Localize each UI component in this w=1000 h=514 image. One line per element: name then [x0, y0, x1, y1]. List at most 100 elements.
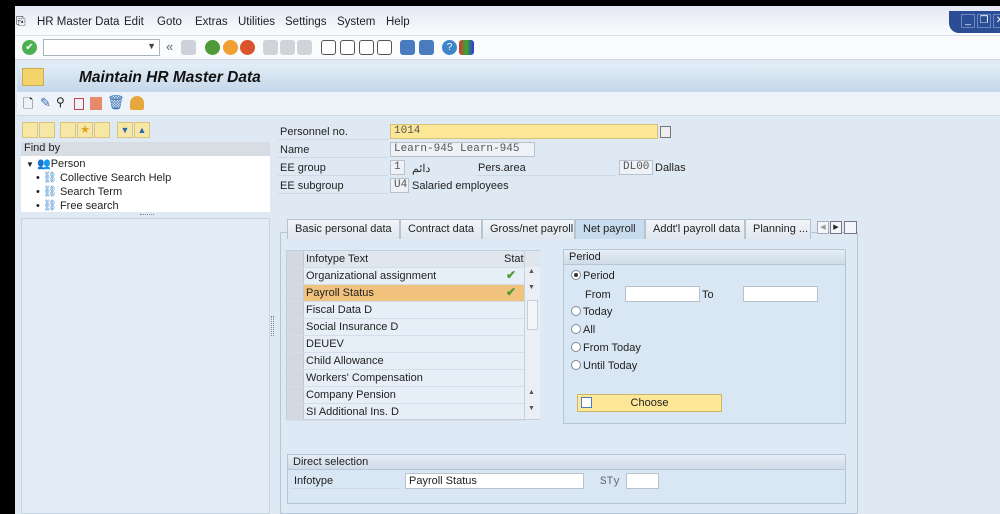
menu-toggle-icon[interactable] — [22, 68, 44, 86]
save-icon[interactable] — [181, 40, 196, 55]
print-icon[interactable] — [263, 40, 278, 55]
table-row[interactable]: Payroll Status ✔ — [287, 285, 524, 302]
edit-favorites-icon[interactable] — [94, 122, 110, 138]
tab-scroll-left-icon[interactable]: ◀ — [817, 221, 829, 234]
back-arrow-icon[interactable] — [22, 122, 38, 138]
first-page-icon[interactable] — [321, 40, 336, 55]
scroll-up-icon[interactable]: ▲ — [528, 268, 535, 275]
menu-extras[interactable]: Extras — [195, 16, 228, 28]
subtype-input[interactable] — [626, 473, 659, 489]
radio-period[interactable]: Period — [571, 270, 615, 282]
scroll-down-icon[interactable]: ▼ — [528, 284, 535, 291]
favorites-icon[interactable]: ★ — [77, 122, 93, 138]
find-icon[interactable] — [280, 40, 295, 55]
menu-hr-master-data[interactable]: HR Master Data — [37, 16, 119, 28]
table-row[interactable]: Workers' Compensation — [287, 370, 524, 387]
infotype-input[interactable]: Payroll Status — [405, 473, 584, 489]
radio-circle[interactable] — [571, 270, 581, 280]
tab-contract-data[interactable]: Contract data — [400, 219, 482, 239]
row-selector[interactable] — [287, 404, 304, 420]
overview-icon[interactable] — [130, 96, 144, 110]
create-session-icon[interactable] — [400, 40, 415, 55]
tab-list-icon[interactable] — [844, 221, 857, 234]
table-row[interactable]: Child Allowance — [287, 353, 524, 370]
command-field[interactable]: ▼ — [43, 39, 160, 56]
restore-icon[interactable]: ❐ — [977, 14, 991, 28]
expand-icon[interactable]: ▼ — [117, 122, 133, 138]
display-icon[interactable]: ⚲ — [56, 95, 65, 109]
copy-icon[interactable] — [74, 98, 84, 110]
table-row[interactable]: Company Pension — [287, 387, 524, 404]
expand-triangle-icon[interactable]: ▼ — [26, 160, 34, 169]
radio-circle[interactable] — [571, 360, 581, 370]
choose-button[interactable]: Choose — [577, 394, 722, 412]
menu-settings[interactable]: Settings — [285, 16, 327, 28]
to-date-input[interactable] — [743, 286, 818, 302]
back-icon[interactable] — [205, 40, 220, 55]
tree-item-search-term[interactable]: • ⛓ Search Term — [36, 185, 122, 198]
shortcut-icon[interactable] — [419, 40, 434, 55]
cancel-icon[interactable] — [240, 40, 255, 55]
row-selector[interactable] — [287, 319, 304, 335]
table-row[interactable]: Social Insurance D — [287, 319, 524, 336]
tree-node-person[interactable]: ▼ 👥Person — [26, 157, 86, 170]
add-favorite-icon[interactable] — [60, 122, 76, 138]
search-help-icon[interactable] — [660, 126, 671, 138]
menu-system[interactable]: System — [337, 16, 375, 28]
exit-icon[interactable] — [223, 40, 238, 55]
delete-icon[interactable]: 🗑 — [107, 94, 125, 111]
row-selector[interactable] — [287, 285, 304, 301]
personnel-no-input[interactable]: 1014 — [390, 124, 658, 139]
minimize-icon[interactable]: _ — [961, 14, 975, 28]
tab-scroll-right-icon[interactable]: ▶ — [830, 221, 842, 234]
collapse-icon[interactable]: « — [166, 39, 173, 54]
collapse-icon[interactable]: ▲ — [134, 122, 150, 138]
menu-edit[interactable]: Edit — [124, 16, 144, 28]
menu-utilities[interactable]: Utilities — [238, 16, 275, 28]
tab-net-payroll[interactable]: Net payroll — [575, 219, 645, 239]
tab-planning[interactable]: Planning ... — [745, 219, 811, 239]
row-selector[interactable] — [287, 268, 304, 284]
table-row[interactable]: SI Additional Ins. D — [287, 404, 524, 421]
tab-addtl-payroll-data[interactable]: Addt'l payroll data — [645, 219, 745, 239]
change-icon[interactable]: ✎ — [40, 95, 51, 111]
create-icon[interactable]: 🗋 — [23, 95, 33, 117]
menu-help[interactable]: Help — [386, 16, 410, 28]
previous-page-icon[interactable] — [340, 40, 355, 55]
table-row[interactable]: Fiscal Data D — [287, 302, 524, 319]
last-page-icon[interactable] — [377, 40, 392, 55]
radio-circle[interactable] — [571, 342, 581, 352]
forward-arrow-icon[interactable] — [39, 122, 55, 138]
row-selector[interactable] — [287, 336, 304, 352]
radio-until-today[interactable]: Until Today — [571, 360, 637, 372]
table-row[interactable]: DEUEV — [287, 336, 524, 353]
tab-basic-personal-data[interactable]: Basic personal data — [287, 219, 400, 239]
tree-item-collective-search-help[interactable]: • ⛓ Collective Search Help — [36, 171, 171, 184]
tree-item-free-search[interactable]: • ⛓ Free search — [36, 199, 119, 212]
scroll-thumb[interactable] — [527, 300, 538, 330]
help-icon[interactable]: ? — [442, 40, 457, 55]
row-selector[interactable] — [287, 387, 304, 403]
radio-today[interactable]: Today — [571, 306, 612, 318]
radio-from-today[interactable]: From Today — [571, 342, 641, 354]
row-selector[interactable] — [287, 353, 304, 369]
delimit-icon[interactable] — [90, 97, 102, 110]
row-selector[interactable] — [287, 302, 304, 318]
splitter-handle[interactable] — [140, 214, 154, 216]
system-menu-icon[interactable]: ⎘ — [16, 14, 26, 29]
row-selector[interactable] — [287, 370, 304, 386]
scroll-page-up-icon[interactable]: ▲ — [528, 389, 535, 396]
close-icon[interactable]: ✕ — [993, 14, 1000, 28]
scrollbar[interactable]: ▲ ▼ ▲ ▼ — [524, 251, 540, 419]
find-next-icon[interactable] — [297, 40, 312, 55]
tab-gross-net-payroll[interactable]: Gross/net payroll — [482, 219, 575, 239]
radio-all[interactable]: All — [571, 324, 595, 336]
menu-goto[interactable]: Goto — [157, 16, 182, 28]
radio-circle[interactable] — [571, 306, 581, 316]
select-all-cell[interactable] — [287, 251, 304, 267]
scroll-page-down-icon[interactable]: ▼ — [528, 405, 535, 412]
enter-icon[interactable]: ✔ — [22, 40, 37, 55]
radio-circle[interactable] — [571, 324, 581, 334]
from-date-input[interactable] — [625, 286, 700, 302]
table-row[interactable]: Organizational assignment ✔ — [287, 268, 524, 285]
